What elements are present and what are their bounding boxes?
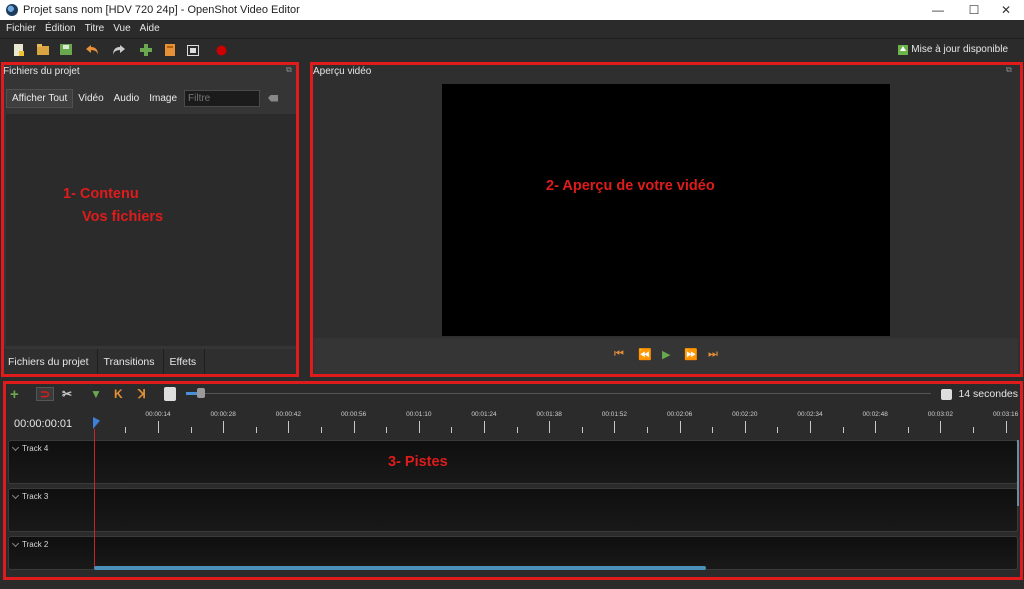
save-project-icon[interactable] (59, 43, 73, 57)
annotation-box-preview (310, 62, 1023, 377)
minimize-button[interactable]: — (920, 0, 956, 20)
close-button[interactable]: ✕ (988, 0, 1024, 20)
import-files-icon[interactable] (139, 43, 153, 57)
export-video-icon[interactable] (214, 43, 228, 57)
menu-bar: Fichier Édition Titre Vue Aide (0, 20, 1024, 37)
new-project-icon[interactable] (12, 43, 26, 57)
update-label: Mise à jour disponible (911, 44, 1008, 55)
open-project-icon[interactable] (36, 43, 50, 57)
openshot-logo-icon (6, 4, 18, 16)
annotation-tracks: 3- Pistes (388, 454, 448, 470)
main-toolbar: Mise à jour disponible (0, 38, 1024, 61)
menu-vue[interactable]: Vue (113, 23, 130, 34)
annotation-box-timeline (3, 381, 1023, 580)
choose-profile-icon[interactable] (163, 43, 177, 57)
menu-titre[interactable]: Titre (85, 23, 105, 34)
update-arrow-icon (898, 44, 909, 55)
annotation-files-line1: 1- Contenu (63, 186, 139, 202)
window-titlebar: Projet sans nom [HDV 720 24p] - OpenShot… (0, 0, 1024, 20)
undo-icon[interactable] (86, 43, 100, 57)
fullscreen-icon[interactable] (186, 43, 200, 57)
annotation-preview: 2- Aperçu de votre vidéo (546, 178, 715, 194)
update-available-button[interactable]: Mise à jour disponible (898, 44, 1008, 55)
annotation-files-line2: Vos fichiers (82, 209, 164, 225)
menu-aide[interactable]: Aide (140, 23, 160, 34)
maximize-button[interactable]: ☐ (956, 0, 992, 20)
menu-edition[interactable]: Édition (45, 23, 76, 34)
window-title: Projet sans nom [HDV 720 24p] - OpenShot… (23, 4, 300, 16)
menu-fichier[interactable]: Fichier (6, 23, 36, 34)
redo-icon[interactable] (111, 43, 125, 57)
